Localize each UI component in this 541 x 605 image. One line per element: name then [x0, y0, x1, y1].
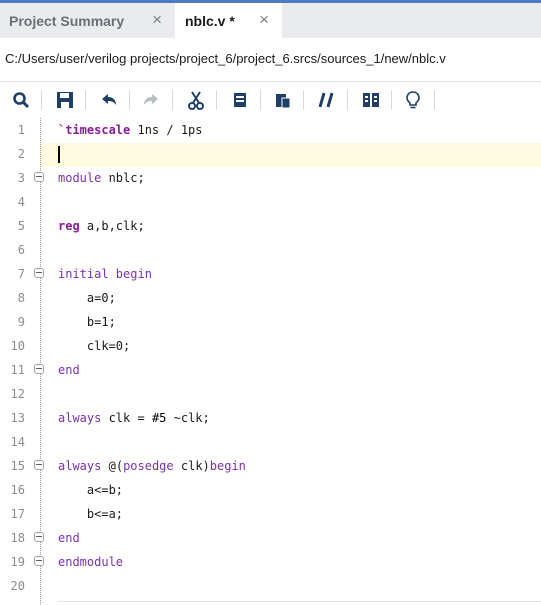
fold-toggle-icon[interactable] [34, 460, 44, 470]
redo-icon[interactable] [138, 82, 164, 118]
code-text: b<=a; [58, 507, 124, 521]
code-line[interactable]: 6 [0, 238, 541, 262]
cut-icon[interactable] [183, 82, 209, 118]
code-text: clk=0; [58, 339, 131, 353]
text-caret [58, 146, 60, 163]
code-line[interactable]: 13 always clk = #5 ~clk; [0, 406, 541, 430]
code-line[interactable]: 12 [0, 382, 541, 406]
keyword: end [58, 531, 80, 545]
tab-nblc-v[interactable]: nblc.v * × [175, 3, 282, 38]
code-text: b=1; [58, 315, 116, 329]
line-number: 8 [17, 291, 25, 305]
keyword: reg [58, 219, 80, 233]
close-icon[interactable]: × [152, 10, 162, 30]
code-line[interactable]: 15 always @(posedge clk)begin [0, 454, 541, 478]
code-editor[interactable]: 1 `timescale 1ns / 1ps 2 3 module nblc; … [0, 118, 541, 605]
code-line[interactable]: 1 `timescale 1ns / 1ps [0, 118, 541, 142]
code-text: @ [108, 459, 116, 473]
line-number: 12 [10, 387, 25, 401]
line-number: 2 [17, 147, 25, 161]
fold-toggle-icon[interactable] [34, 532, 44, 542]
code-line[interactable]: 5 reg a,b,clk; [0, 214, 541, 238]
code-line[interactable]: 9 b=1; [0, 310, 541, 334]
code-line[interactable]: 19 endmodule [0, 550, 541, 574]
keyword: posedge [123, 459, 174, 473]
delay-value: #5 [151, 411, 167, 425]
line-number: 17 [10, 507, 25, 521]
line-number: 1 [17, 123, 25, 137]
code-line[interactable]: 17 b<=a; [0, 502, 541, 526]
code-text: clk) [173, 459, 210, 473]
editor-toolbar [0, 82, 541, 118]
code-line[interactable]: 2 [0, 142, 541, 166]
line-number: 3 [17, 171, 25, 185]
file-path-bar: C:/Users/user/verilog projects/project_6… [0, 38, 541, 82]
lightbulb-icon[interactable] [400, 82, 426, 118]
code-line[interactable]: 11 end [0, 358, 541, 382]
line-number: 10 [10, 339, 25, 353]
line-number: 18 [10, 531, 25, 545]
code-line[interactable]: 14 [0, 430, 541, 454]
keyword: begin [209, 459, 246, 473]
comment-icon[interactable] [314, 82, 340, 118]
code-text: clk = [101, 411, 152, 425]
save-icon[interactable] [52, 82, 78, 118]
keyword: `timescale [58, 123, 131, 137]
copy-icon[interactable] [227, 82, 253, 118]
line-number: 16 [10, 483, 25, 497]
close-icon[interactable]: × [259, 10, 269, 30]
line-number: 9 [17, 315, 25, 329]
code-text: ~clk; [166, 411, 210, 425]
horizontal-scrollbar[interactable] [58, 601, 541, 602]
insert-template-icon[interactable] [358, 82, 384, 118]
code-text: 1ns / 1ps [130, 123, 203, 137]
paste-icon[interactable] [270, 82, 296, 118]
line-number: 11 [10, 363, 25, 377]
line-number: 19 [10, 555, 25, 569]
code-text: ( [115, 459, 124, 473]
code-line[interactable]: 7 initial begin [0, 262, 541, 286]
line-number: 15 [10, 459, 25, 473]
code-text: a=0; [58, 291, 116, 305]
code-line[interactable]: 8 a=0; [0, 286, 541, 310]
tab-label: nblc.v * [185, 12, 235, 29]
keyword: end [58, 363, 80, 377]
line-number: 13 [10, 411, 25, 425]
keyword: endmodule [58, 555, 124, 569]
line-number: 4 [17, 195, 25, 209]
keyword: module [58, 171, 102, 185]
code-line[interactable]: 18 end [0, 526, 541, 550]
line-number: 14 [10, 435, 25, 449]
code-text: nblc; [101, 171, 145, 185]
fold-toggle-icon[interactable] [34, 364, 44, 374]
fold-toggle-icon[interactable] [34, 172, 44, 182]
fold-toggle-icon[interactable] [34, 556, 44, 566]
code-text: a<=b; [58, 483, 124, 497]
code-line[interactable]: 3 module nblc; [0, 166, 541, 190]
tab-bar: Project Summary × nblc.v * × [0, 0, 541, 38]
code-line[interactable]: 16 a<=b; [0, 478, 541, 502]
line-number: 20 [10, 579, 25, 593]
code-line[interactable]: 20 [0, 574, 541, 598]
keyword: initial begin [58, 267, 152, 281]
file-path: C:/Users/user/verilog projects/project_6… [5, 51, 446, 66]
code-text: a,b,clk; [79, 219, 145, 233]
line-number: 6 [17, 243, 25, 257]
search-icon[interactable] [8, 82, 34, 118]
line-number: 7 [17, 267, 25, 281]
tab-project-summary[interactable]: Project Summary × [0, 3, 175, 38]
code-line[interactable]: 10 clk=0; [0, 334, 541, 358]
keyword: always [58, 459, 102, 473]
tab-label: Project Summary [9, 12, 125, 29]
keyword: always [58, 411, 102, 425]
fold-toggle-icon[interactable] [34, 268, 44, 278]
code-line[interactable]: 4 [0, 190, 541, 214]
line-number: 5 [17, 219, 25, 233]
undo-icon[interactable] [96, 82, 122, 118]
